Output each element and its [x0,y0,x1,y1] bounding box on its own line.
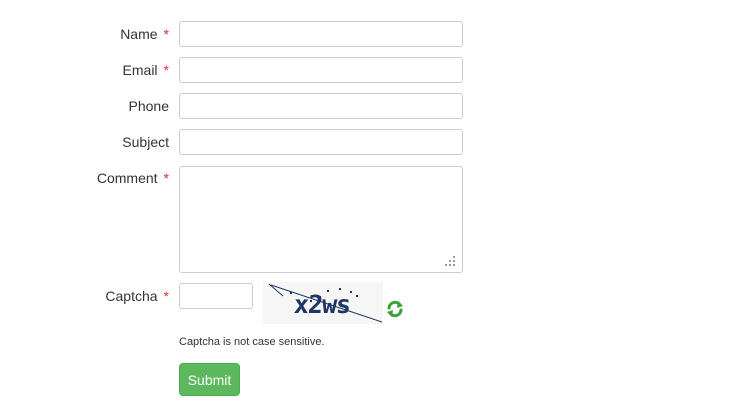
required-marker: * [163,26,169,42]
subject-label-text: Subject [122,134,169,150]
comment-label-text: Comment [96,170,158,186]
captcha-image: x2ws [263,282,383,324]
name-label-text: Name [120,26,158,42]
captcha-label: Captcha * [105,288,169,304]
resize-grip-icon[interactable] [443,255,457,267]
email-label: Email * [123,62,169,78]
required-marker: * [163,170,169,186]
submit-button[interactable]: Submit [179,363,240,396]
subject-label: Subject [122,134,169,150]
phone-input[interactable] [179,93,463,119]
comment-label: Comment * [97,170,169,186]
captcha-hint: Captcha is not case sensitive. [179,336,325,348]
phone-label-text: Phone [128,98,169,114]
required-marker: * [163,62,169,78]
name-input[interactable] [179,21,463,47]
captcha-label-text: Captcha [105,288,158,304]
name-label: Name * [120,26,169,42]
email-label-text: Email [122,62,158,78]
comment-textarea[interactable] [179,166,463,273]
email-input[interactable] [179,57,463,83]
phone-label: Phone [129,98,169,114]
captcha-input[interactable] [179,283,253,309]
subject-input[interactable] [179,129,463,155]
refresh-icon[interactable] [385,299,405,319]
captcha-noise [268,283,383,323]
required-marker: * [163,288,169,304]
